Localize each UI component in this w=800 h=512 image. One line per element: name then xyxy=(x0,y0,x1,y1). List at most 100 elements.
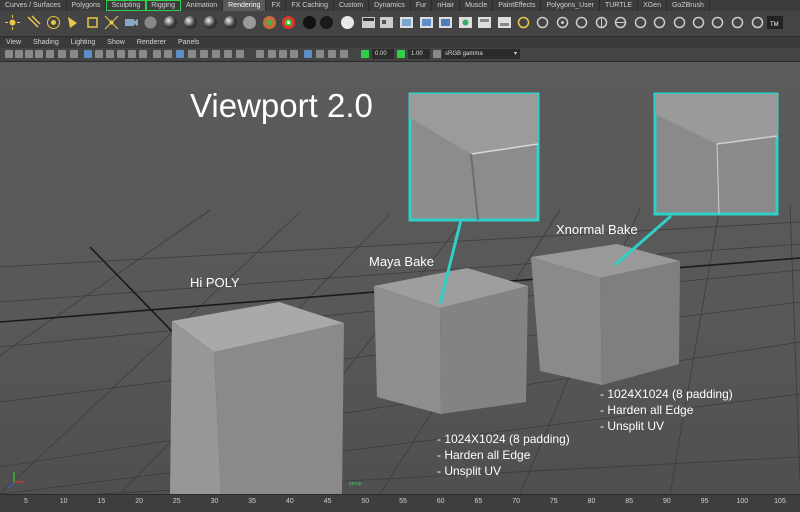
motion-blur-icon[interactable] xyxy=(236,50,244,58)
smooth-shade-icon[interactable] xyxy=(164,50,172,58)
grid-icon[interactable] xyxy=(70,50,78,58)
color-wheel-icon[interactable] xyxy=(281,15,296,30)
render-view-icon[interactable] xyxy=(379,15,394,30)
phong-sphere-icon[interactable] xyxy=(203,15,218,30)
panel-menu-view[interactable]: View xyxy=(0,37,27,48)
white-sphere-icon[interactable] xyxy=(340,15,355,30)
bake-icon[interactable] xyxy=(633,15,648,30)
area-light-icon[interactable] xyxy=(85,15,100,30)
shelf-tab-custom[interactable]: Custom xyxy=(334,0,370,11)
panel-menu-shading[interactable]: Shading xyxy=(27,37,65,48)
light-linking-icon[interactable] xyxy=(516,15,531,30)
volume-light-icon[interactable] xyxy=(104,15,119,30)
shelf-tab-painteffects[interactable]: PaintEffects xyxy=(493,0,542,11)
panel-menu-renderer[interactable]: Renderer xyxy=(131,37,172,48)
film-gate-icon[interactable] xyxy=(84,50,92,58)
xray-active-icon[interactable] xyxy=(290,50,298,58)
select-camera-icon[interactable] xyxy=(5,50,13,58)
shelf-tab-rendering[interactable]: Rendering xyxy=(223,0,267,11)
exposure-icon[interactable] xyxy=(361,50,369,58)
field-chart-icon[interactable] xyxy=(117,50,125,58)
shelf-tab-gozbrush[interactable]: GoZBrush xyxy=(667,0,710,11)
render-region-icon[interactable] xyxy=(730,15,745,30)
render-layer-icon[interactable] xyxy=(477,15,492,30)
point-light-icon[interactable] xyxy=(46,15,61,30)
wedge-icon[interactable] xyxy=(613,15,628,30)
gate-mask-icon[interactable] xyxy=(106,50,114,58)
textured-icon[interactable] xyxy=(188,50,196,58)
viewport-panel[interactable]: Viewport 2.0 Hi POLY Maya Bake Xnormal B… xyxy=(0,62,800,494)
panel-menu-lighting[interactable]: Lighting xyxy=(65,37,102,48)
gamma-field[interactable]: 1.00 xyxy=(408,49,430,59)
shelf-tab-turtle[interactable]: TURTLE xyxy=(600,0,639,11)
anisotropic-sphere-icon[interactable] xyxy=(223,15,238,30)
exposure-field[interactable]: 0.00 xyxy=(372,49,394,59)
ipr-render-icon[interactable] xyxy=(419,15,434,30)
camera-icon[interactable] xyxy=(124,15,139,30)
grease-pencil-icon[interactable] xyxy=(58,50,66,58)
screen-space-ao-icon[interactable] xyxy=(316,50,324,58)
dark-sphere-icon[interactable] xyxy=(319,15,334,30)
view-transform-icon[interactable] xyxy=(433,50,441,58)
resolution-gate-icon[interactable] xyxy=(95,50,103,58)
shelf-tab-fx-caching[interactable]: FX Caching xyxy=(286,0,334,11)
ramp-shader-icon[interactable] xyxy=(262,15,277,30)
lens-icon[interactable] xyxy=(672,15,687,30)
panel-menu-panels[interactable]: Panels xyxy=(172,37,205,48)
shelf-tab-dynamics[interactable]: Dynamics xyxy=(369,0,411,11)
shelf-tab-sculpting[interactable]: Sculpting xyxy=(106,0,147,11)
depth-of-field-icon[interactable] xyxy=(328,50,336,58)
physical-sun-icon[interactable] xyxy=(710,15,725,30)
panel-menu-show[interactable]: Show xyxy=(101,37,131,48)
shelf-tab-polygons[interactable]: Polygons xyxy=(67,0,107,11)
isolate-select-icon[interactable] xyxy=(256,50,264,58)
ray-trace-icon[interactable] xyxy=(574,15,589,30)
image-plane-icon[interactable] xyxy=(35,50,43,58)
shelf-tab-animation[interactable]: Animation xyxy=(181,0,224,11)
shelf-tab-fx[interactable]: FX xyxy=(266,0,287,11)
surface-shader-sphere-icon[interactable] xyxy=(242,15,257,30)
render-pass-icon[interactable] xyxy=(497,15,512,30)
display-gamma-icon[interactable] xyxy=(340,50,348,58)
bookmark-icon[interactable] xyxy=(25,50,33,58)
shelf-tab-xgen[interactable]: XGen xyxy=(638,0,667,11)
use-all-lights-icon[interactable] xyxy=(200,50,208,58)
xray-icon[interactable] xyxy=(268,50,276,58)
wireframe-on-shaded-icon[interactable] xyxy=(176,50,184,58)
2d-pan-zoom-icon[interactable] xyxy=(46,50,54,58)
render-globals-icon[interactable] xyxy=(555,15,570,30)
ambient-occlusion-icon[interactable] xyxy=(224,50,232,58)
shelf-tab-rigging[interactable]: Rigging xyxy=(146,0,181,11)
blinn-sphere-icon[interactable] xyxy=(183,15,198,30)
render-current-frame-icon[interactable] xyxy=(399,15,414,30)
shelf-tab-muscle[interactable]: Muscle xyxy=(460,0,494,11)
multisample-aa-icon[interactable] xyxy=(304,50,312,58)
safe-title-icon[interactable] xyxy=(139,50,147,58)
diagnostic-icon[interactable] xyxy=(750,15,765,30)
spot-light-icon[interactable] xyxy=(65,15,80,30)
shading-sphere-icon[interactable] xyxy=(143,15,158,30)
shadows-icon[interactable] xyxy=(212,50,220,58)
gamma-icon[interactable] xyxy=(397,50,405,58)
shader-ball-icon[interactable] xyxy=(691,15,706,30)
shading-group-icon[interactable] xyxy=(535,15,550,30)
image-plane-icon[interactable] xyxy=(594,15,609,30)
fog-icon[interactable] xyxy=(652,15,667,30)
hypershade-icon[interactable] xyxy=(458,15,473,30)
light-icon[interactable] xyxy=(5,15,20,30)
xray-joints-icon[interactable] xyxy=(279,50,287,58)
turtle-icon[interactable]: TM xyxy=(766,15,784,30)
shelf-tab-fur[interactable]: Fur xyxy=(411,0,433,11)
render-settings-icon[interactable] xyxy=(361,15,376,30)
black-sphere-icon[interactable] xyxy=(302,15,317,30)
shelf-tab-nhair[interactable]: nHair xyxy=(432,0,461,11)
shelf-tab-curves-surfaces[interactable]: Curves / Surfaces xyxy=(0,0,67,11)
color-space-select[interactable]: sRGB gamma ▾ xyxy=(442,49,520,59)
wireframe-icon[interactable] xyxy=(153,50,161,58)
time-slider[interactable]: 5 10 15 20 25 30 35 40 45 50 55 60 65 70 75 80 85 90 95 100… xyxy=(0,494,800,512)
directional-light-icon[interactable] xyxy=(26,15,41,30)
lambert-sphere-icon[interactable] xyxy=(163,15,178,30)
shelf-tab-polygons-user[interactable]: Polygons_User xyxy=(541,0,600,11)
safe-action-icon[interactable] xyxy=(128,50,136,58)
batch-render-icon[interactable] xyxy=(438,15,453,30)
